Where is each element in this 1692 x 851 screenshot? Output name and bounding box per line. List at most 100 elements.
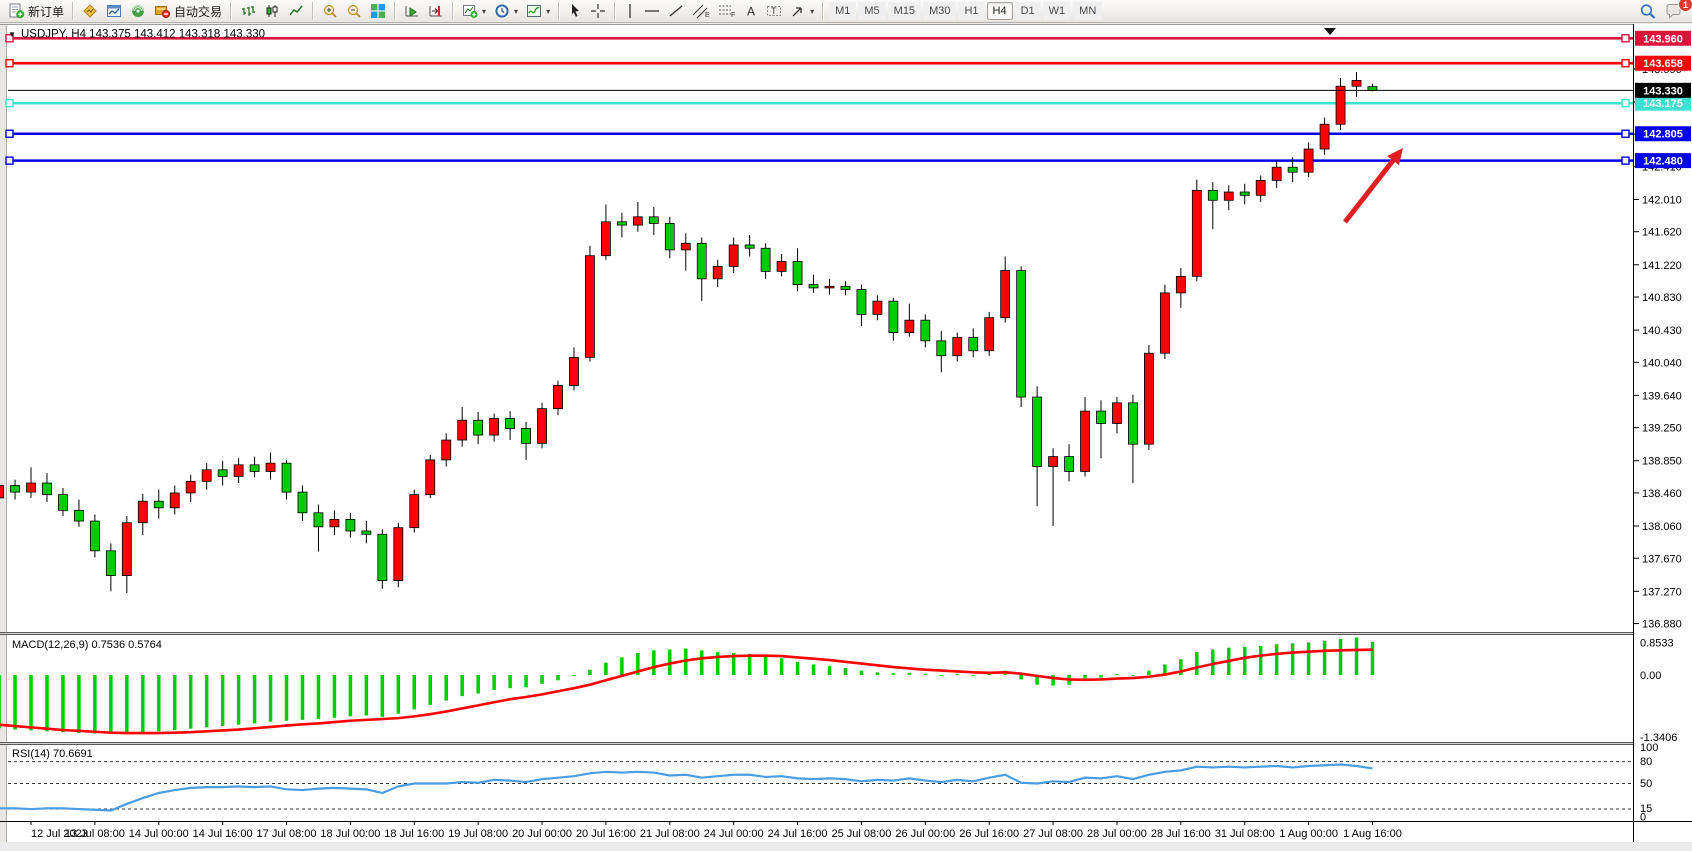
tab-timeframe-m30[interactable]: M30 <box>923 2 956 20</box>
auto-trading-button[interactable]: 自动交易 <box>150 1 226 21</box>
line-handle[interactable] <box>6 100 13 107</box>
line-handle[interactable] <box>1622 157 1629 164</box>
tab-timeframe-h4[interactable]: H4 <box>987 2 1013 20</box>
symbol-dropdown-icon[interactable]: ▼ <box>8 30 16 39</box>
line-handle[interactable] <box>1622 35 1629 42</box>
time-tick-label: 21 Jul 08:00 <box>640 828 700 840</box>
tile-windows-button[interactable] <box>366 1 390 21</box>
new-chart-icon <box>462 3 478 19</box>
trendline-tool-button[interactable] <box>664 1 688 21</box>
time-tick-label: 1 Aug 16:00 <box>1343 828 1402 840</box>
tab-timeframe-w1[interactable]: W1 <box>1043 2 1072 20</box>
line-handle[interactable] <box>6 130 13 137</box>
vertical-line-tool-button[interactable] <box>620 1 640 21</box>
cursor-tool-button[interactable] <box>564 1 586 21</box>
tab-timeframe-m15[interactable]: M15 <box>888 2 921 20</box>
navigator-icon <box>130 3 146 19</box>
horizontal-line-icon <box>644 3 660 19</box>
bar-chart-icon <box>240 3 256 19</box>
notification-count-badge[interactable]: 1 <box>1678 0 1692 12</box>
zoom-out-icon <box>346 3 362 19</box>
price-tick-label: 137.270 <box>1642 586 1682 598</box>
navigator-button[interactable] <box>126 1 150 21</box>
price-tick-label: 140.040 <box>1642 357 1682 369</box>
tab-timeframe-h1[interactable]: H1 <box>958 2 984 20</box>
time-tick-label: 14 Jul 00:00 <box>129 828 189 840</box>
horizontal-line-tool-button[interactable] <box>640 1 664 21</box>
indicators-button[interactable]: ▾ <box>522 1 554 21</box>
time-tick-label: 1 Aug 00:00 <box>1279 828 1338 840</box>
line-chart-button[interactable] <box>284 1 308 21</box>
svg-text:143.960: 143.960 <box>1643 33 1683 45</box>
tab-timeframe-d1[interactable]: D1 <box>1015 2 1041 20</box>
data-window-icon <box>106 3 122 19</box>
chart-area[interactable]: ▼ USDJPY, H4 143.375 143.412 143.318 143.… <box>0 24 1692 851</box>
timeframe-bar: M1M5M15M30H1H4D1W1MN <box>828 2 1103 20</box>
tab-timeframe-m1[interactable]: M1 <box>829 2 856 20</box>
price-tick-label: 136.880 <box>1642 619 1682 631</box>
svg-text:143.175: 143.175 <box>1643 98 1683 110</box>
arrows-tool-button[interactable]: ▾ <box>786 1 818 21</box>
toolbar-separator <box>230 2 232 20</box>
macd-scale-max: 0.8533 <box>1640 637 1674 649</box>
market-watch-button[interactable] <box>78 1 102 21</box>
svg-text:143.330: 143.330 <box>1643 85 1683 97</box>
time-tick-label: 17 Jul 08:00 <box>257 828 317 840</box>
search-button[interactable] <box>1635 1 1661 21</box>
rsi-scale-label: 100 <box>1640 742 1658 754</box>
channel-icon: E <box>692 3 710 19</box>
candlestick-chart-button[interactable] <box>260 1 284 21</box>
price-tick-label: 138.060 <box>1642 521 1682 533</box>
text-label-tool-button[interactable]: T <box>762 1 786 21</box>
auto-trading-label: 自动交易 <box>174 3 222 20</box>
chart-shift-icon <box>428 3 444 19</box>
data-window-button[interactable] <box>102 1 126 21</box>
toolbar-separator <box>452 2 454 20</box>
time-tick-label: 28 Jul 00:00 <box>1087 828 1147 840</box>
price-line-badge-143.175: 143.175 <box>1635 96 1691 111</box>
zoom-out-button[interactable] <box>342 1 366 21</box>
time-tick-label: 20 Jul 16:00 <box>576 828 636 840</box>
line-handle[interactable] <box>6 157 13 164</box>
new-chart-button[interactable]: ▾ <box>458 1 490 21</box>
tab-timeframe-m5[interactable]: M5 <box>858 2 885 20</box>
fibonacci-icon: F <box>718 3 736 19</box>
chart-shift-button[interactable] <box>424 1 448 21</box>
chart-background <box>0 24 1692 851</box>
new-order-button[interactable]: 新订单 <box>4 1 68 21</box>
svg-text:E: E <box>705 12 710 19</box>
line-handle[interactable] <box>1622 100 1629 107</box>
time-tick-label: 19 Jul 08:00 <box>448 828 508 840</box>
macd-scale-zero: 0.00 <box>1640 670 1661 682</box>
price-line-badge-142.805: 142.805 <box>1635 126 1691 141</box>
time-tick-label: 28 Jul 16:00 <box>1151 828 1211 840</box>
line-handle[interactable] <box>1622 130 1629 137</box>
zoom-in-button[interactable] <box>318 1 342 21</box>
bar-chart-button[interactable] <box>236 1 260 21</box>
dropdown-arrow-icon: ▾ <box>546 7 550 16</box>
svg-text:A: A <box>747 5 755 19</box>
channel-tool-button[interactable]: E <box>688 1 714 21</box>
arrows-icon <box>790 3 806 19</box>
dropdown-arrow-icon: ▾ <box>810 7 814 16</box>
auto-scroll-button[interactable] <box>400 1 424 21</box>
periods-button[interactable]: ▾ <box>490 1 522 21</box>
time-tick-label: 26 Jul 00:00 <box>895 828 955 840</box>
time-tick-label: 13 Jul 08:00 <box>65 828 125 840</box>
line-handle[interactable] <box>6 60 13 67</box>
cursor-icon <box>568 3 582 19</box>
dropdown-arrow-icon: ▾ <box>482 7 486 16</box>
chart-title: USDJPY, H4 143.375 143.412 143.318 143.3… <box>21 29 265 41</box>
toolbar-separator <box>614 2 616 20</box>
time-tick-label: 18 Jul 16:00 <box>384 828 444 840</box>
price-axis[interactable]: 143.590143.190142.800142.410142.010141.6… <box>1633 24 1692 842</box>
crosshair-tool-button[interactable] <box>586 1 610 21</box>
auto-trading-icon <box>154 3 171 19</box>
text-tool-button[interactable]: A <box>740 1 762 21</box>
svg-text:142.480: 142.480 <box>1643 156 1683 168</box>
time-tick-label: 20 Jul 00:00 <box>512 828 572 840</box>
price-tick-label: 139.250 <box>1642 423 1682 435</box>
tab-timeframe-mn[interactable]: MN <box>1073 2 1102 20</box>
fibonacci-tool-button[interactable]: F <box>714 1 740 21</box>
line-handle[interactable] <box>1622 60 1629 67</box>
